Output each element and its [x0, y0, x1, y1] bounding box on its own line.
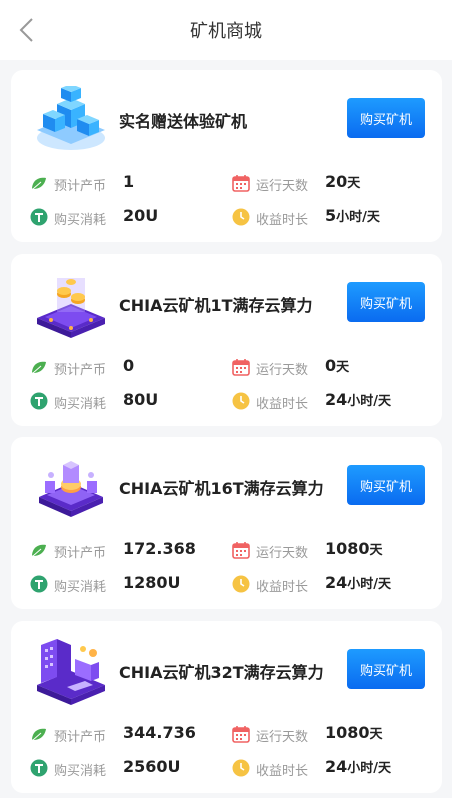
leaf-icon	[32, 361, 46, 374]
stat-duration: 收益时长 24小时/天	[232, 390, 432, 414]
run-days-value: 1080天	[325, 723, 383, 742]
stat-run-days: 运行天数 1080天	[232, 539, 432, 563]
miner-name: 实名赠送体验矿机	[119, 112, 248, 131]
cost-value: 1280U	[123, 573, 181, 592]
cost-value: 20U	[123, 206, 159, 225]
tether-coin-icon	[30, 575, 48, 593]
clock-icon	[232, 208, 250, 226]
calendar-icon	[232, 726, 250, 743]
produce-value: 1	[123, 172, 135, 191]
stat-produce: 预计产币 0	[30, 356, 220, 380]
miner-card: CHIA云矿机1T满存云算力 购买矿机 预计产币 0 运行天数 0天 购买消耗 …	[11, 254, 442, 426]
produce-value: 0	[123, 356, 135, 375]
stat-produce: 预计产币 1	[30, 172, 220, 196]
buy-miner-button[interactable]: 购买矿机	[347, 649, 425, 689]
coin-platform-icon	[37, 278, 105, 338]
calendar-icon	[232, 359, 250, 376]
clock-icon	[232, 575, 250, 593]
tether-coin-icon	[30, 759, 48, 777]
miner-name: CHIA云矿机32T满存云算力	[119, 663, 324, 682]
cost-value: 80U	[123, 390, 159, 409]
buy-miner-button[interactable]: 购买矿机	[347, 465, 425, 505]
stat-cost: 购买消耗 80U	[30, 390, 220, 414]
run-days-value: 1080天	[325, 539, 383, 558]
duration-value: 24小时/天	[325, 757, 392, 776]
miner-card: CHIA云矿机16T满存云算力 购买矿机 预计产币 172.368 运行天数 1…	[11, 437, 442, 609]
data-center-icon	[37, 639, 105, 705]
stat-produce: 预计产币 344.736	[30, 723, 220, 747]
duration-value: 24小时/天	[325, 573, 392, 592]
stat-run-days: 运行天数 20天	[232, 172, 432, 196]
stat-produce: 预计产币 172.368	[30, 539, 220, 563]
buy-miner-button[interactable]: 购买矿机	[347, 98, 425, 138]
produce-value: 344.736	[123, 723, 196, 742]
miner-name: CHIA云矿机1T满存云算力	[119, 296, 313, 315]
run-days-value: 20天	[325, 172, 361, 191]
calendar-icon	[232, 175, 250, 192]
cost-value: 2560U	[123, 757, 181, 776]
stat-cost: 购买消耗 2560U	[30, 757, 220, 781]
duration-value: 5小时/天	[325, 206, 380, 225]
page-title: 矿机商城	[190, 21, 262, 42]
clock-icon	[232, 759, 250, 777]
tether-coin-icon	[30, 392, 48, 410]
buy-miner-button[interactable]: 购买矿机	[347, 282, 425, 322]
top-bar: 矿机商城	[0, 0, 452, 60]
produce-value: 172.368	[123, 539, 196, 558]
miner-card: 实名赠送体验矿机 购买矿机 预计产币 1 运行天数 20天 购买消耗 20U 收…	[11, 70, 442, 242]
clock-icon	[232, 392, 250, 410]
tether-coin-icon	[30, 208, 48, 226]
miner-card: CHIA云矿机32T满存云算力 购买矿机 预计产币 344.736 运行天数 1…	[11, 621, 442, 793]
run-days-value: 0天	[325, 356, 350, 375]
stat-duration: 收益时长 24小时/天	[232, 757, 432, 781]
duration-value: 24小时/天	[325, 390, 392, 409]
leaf-icon	[32, 544, 46, 557]
mining-rig-icon	[39, 461, 103, 517]
stat-run-days: 运行天数 0天	[232, 356, 432, 380]
calendar-icon	[232, 542, 250, 559]
stat-cost: 购买消耗 20U	[30, 206, 220, 230]
leaf-icon	[32, 728, 46, 741]
miner-name: CHIA云矿机16T满存云算力	[119, 479, 324, 498]
stat-duration: 收益时长 5小时/天	[232, 206, 432, 230]
stat-run-days: 运行天数 1080天	[232, 723, 432, 747]
stat-cost: 购买消耗 1280U	[30, 573, 220, 597]
server-stack-icon	[37, 86, 105, 150]
stat-duration: 收益时长 24小时/天	[232, 573, 432, 597]
leaf-icon	[32, 177, 46, 190]
